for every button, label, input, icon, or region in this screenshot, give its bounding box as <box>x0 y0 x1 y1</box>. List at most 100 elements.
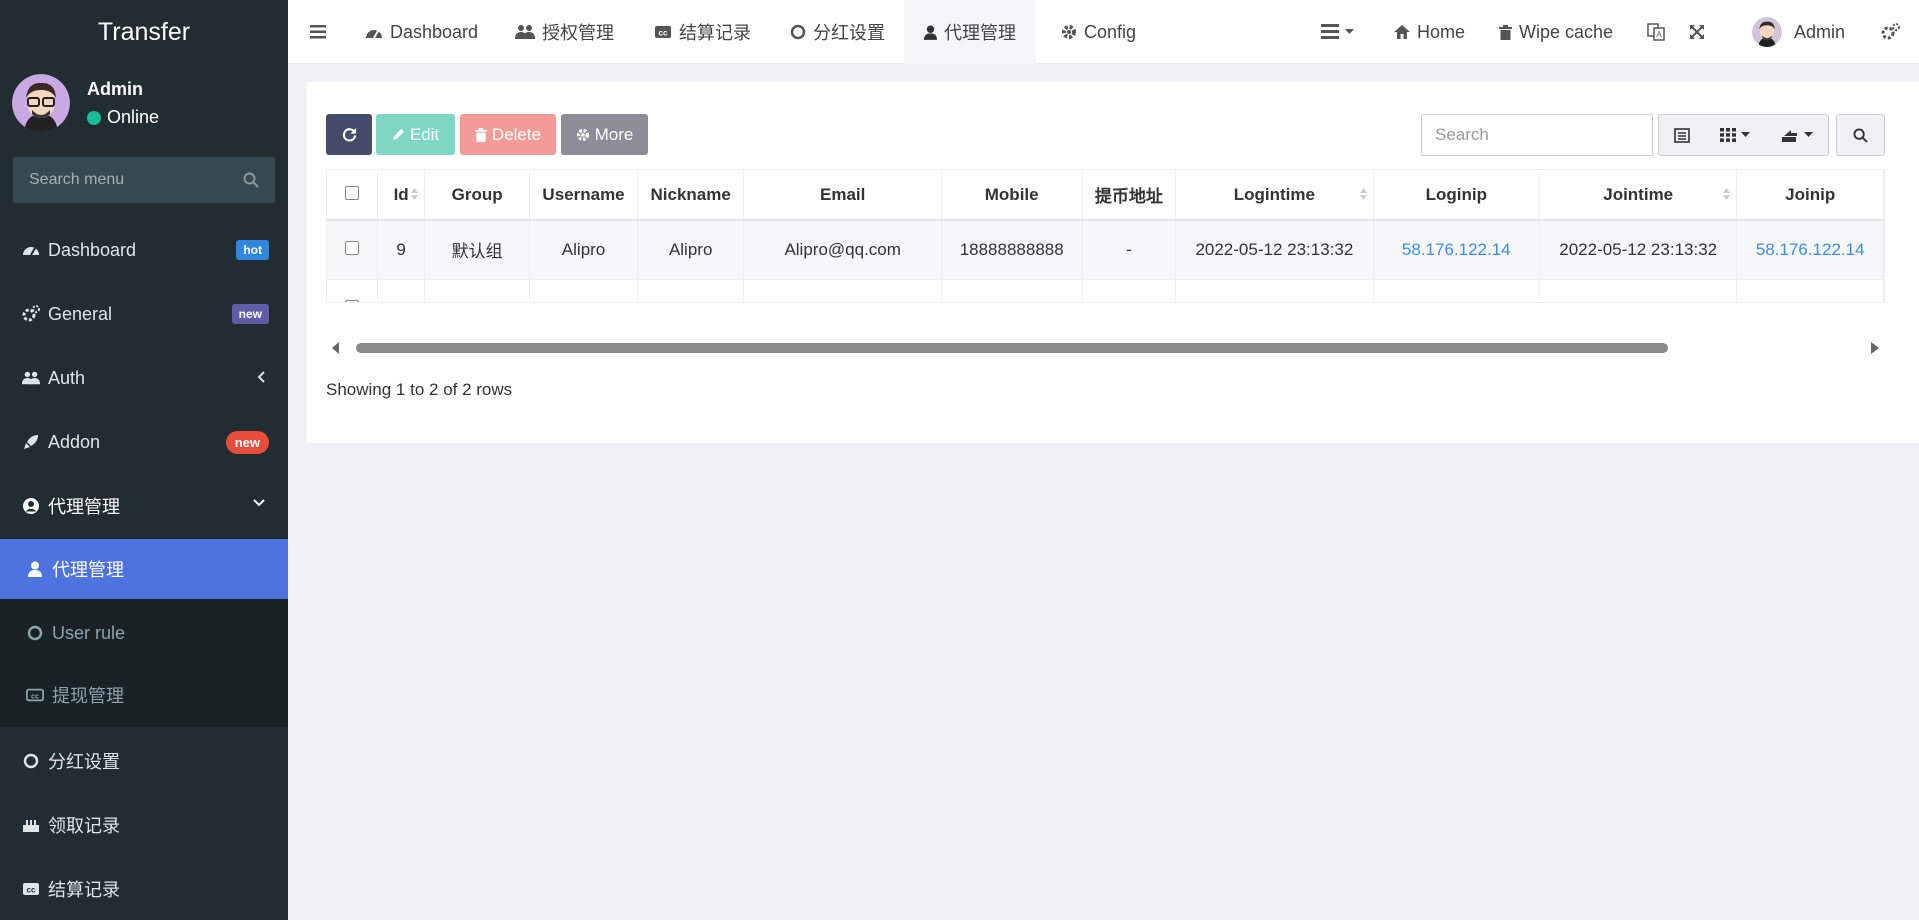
tab-authorization[interactable]: 授权管理 <box>515 0 614 64</box>
cell-email: 158655336@qq.com <box>743 279 942 302</box>
cell-loginip-link[interactable]: 124.217.189.102 <box>1373 279 1541 302</box>
row-checkbox[interactable] <box>345 240 360 255</box>
app-logo[interactable]: Transfer <box>0 0 288 64</box>
column-header-mobile: Mobile <box>941 170 1083 221</box>
fullscreen-button[interactable] <box>1689 0 1705 64</box>
data-table: Id Group Username Nickname Email Mobile … <box>327 170 1884 302</box>
cell-loginip-link[interactable]: 58.176.122.14 <box>1373 220 1541 280</box>
cell-id: 8 <box>377 279 426 302</box>
tab-proxy-management[interactable]: 代理管理 <box>904 0 1036 64</box>
edit-button[interactable]: Edit <box>376 114 455 155</box>
hot-badge: hot <box>236 240 269 260</box>
cell-username: fc1688 <box>529 279 638 302</box>
delete-button[interactable]: Delete <box>460 114 556 155</box>
sidebar-search <box>13 157 275 203</box>
sidebar-item-addon[interactable]: Addon new <box>0 410 288 474</box>
sidebar-item-settlement-records[interactable]: cc 结算记录 <box>0 857 288 920</box>
table-row[interactable]: 9 默认组 Alipro Alipro Alipro@qq.com 188888… <box>327 220 1884 280</box>
cell-joinip-link[interactable]: 58.176.122.14 <box>1736 220 1884 280</box>
sidebar-search-input[interactable] <box>13 157 233 203</box>
edit-label: Edit <box>409 124 440 144</box>
column-header-logintime[interactable]: Logintime <box>1175 170 1374 221</box>
caret-down-icon <box>1345 29 1354 35</box>
list-icon <box>1321 24 1339 40</box>
select-all-checkbox[interactable] <box>345 185 360 200</box>
delete-label: Delete <box>491 124 542 144</box>
tab-settlement[interactable]: cc 结算记录 <box>654 0 751 64</box>
scroll-left-arrow-icon[interactable] <box>332 342 340 354</box>
refresh-button[interactable] <box>326 114 372 155</box>
column-header-joinip: Joinip <box>1736 170 1884 221</box>
bars-icon <box>310 25 326 39</box>
export-icon <box>1781 128 1799 143</box>
settings-button[interactable] <box>1881 0 1901 64</box>
scrollbar-thumb[interactable] <box>356 343 1668 353</box>
column-header-email: Email <box>743 170 942 221</box>
sidebar-item-proxy-management[interactable]: 代理管理 <box>0 474 288 538</box>
tab-dashboard[interactable]: Dashboard <box>365 0 478 64</box>
sidebar-submenu: 代理管理 User rule cc 提现管理 <box>0 539 288 727</box>
sidebar-item-auth[interactable]: Auth <box>0 346 288 410</box>
search-icon[interactable] <box>243 172 259 188</box>
table-row[interactable]: 8 - fc1688 fc1688 158655336@qq.com 15888… <box>327 279 1884 302</box>
sidebar-item-claim-records[interactable]: 领取记录 <box>0 793 288 857</box>
search-button[interactable] <box>1836 114 1885 156</box>
cell-id: 9 <box>377 220 426 280</box>
admin-label: Admin <box>1794 21 1846 42</box>
toggle-view-button[interactable] <box>1658 114 1706 156</box>
cell-jointime: 2022-05-12 23:13:32 <box>1539 220 1738 280</box>
users-icon <box>515 24 535 40</box>
cell-username: Alipro <box>529 220 638 280</box>
cell-logintime: 2022-05-12 23:40:20 <box>1175 279 1374 302</box>
cell-joinip-link[interactable]: 103.77.192.10 <box>1736 279 1884 302</box>
sidebar-subitem-withdraw[interactable]: cc 提现管理 <box>0 665 288 725</box>
sidebar-item-dividend-settings[interactable]: 分红设置 <box>0 729 288 793</box>
pencil-icon <box>392 128 405 141</box>
admin-user-menu[interactable]: Admin <box>1752 0 1845 64</box>
horizontal-scrollbar[interactable] <box>326 339 1885 355</box>
rocket-icon <box>22 433 40 451</box>
online-status-icon <box>87 110 101 125</box>
sidebar-item-label: Addon <box>48 431 101 452</box>
content-panel: Edit Delete More Id Group Username <box>307 82 1919 443</box>
tab-dividend[interactable]: 分红设置 <box>790 0 885 64</box>
home-link[interactable]: Home <box>1394 0 1465 64</box>
sort-icon <box>411 187 419 201</box>
gear-icon <box>576 128 590 142</box>
column-header-group: Group <box>424 170 531 221</box>
circle-icon <box>22 752 40 770</box>
columns-dropdown-button[interactable] <box>1705 114 1766 156</box>
menu-toggle-button[interactable] <box>1321 0 1354 64</box>
sidebar-item-label: 分红设置 <box>48 752 120 772</box>
language-button[interactable]: A <box>1647 0 1665 64</box>
column-header-jointime[interactable]: Jointime <box>1539 170 1738 221</box>
sidebar-item-general[interactable]: General new <box>0 282 288 346</box>
sidebar-item-dashboard[interactable]: Dashboard hot <box>0 218 288 282</box>
sidebar-toggle-button[interactable] <box>310 0 326 64</box>
cell-mobile: 18888888888 <box>941 220 1083 280</box>
sidebar: Transfer Admin Online Dashboard <box>0 0 288 920</box>
birthday-cake-icon <box>22 816 40 834</box>
user-status: Online <box>87 107 159 128</box>
expand-icon <box>1689 24 1705 40</box>
row-checkbox-cell <box>327 220 379 280</box>
row-checkbox-cell <box>327 279 379 302</box>
row-checkbox[interactable] <box>345 299 360 302</box>
chevron-left-icon <box>256 370 266 384</box>
sidebar-subitem-user-rule[interactable]: User rule <box>0 603 288 663</box>
data-table-container: Id Group Username Nickname Email Mobile … <box>326 169 1885 303</box>
tab-config[interactable]: Config <box>1061 0 1136 64</box>
tab-label: 结算记录 <box>679 23 751 43</box>
user-status-label: Online <box>107 107 160 127</box>
wipe-cache-button[interactable]: Wipe cache <box>1499 0 1613 64</box>
table-search-input[interactable] <box>1421 114 1653 156</box>
sort-icon <box>1359 187 1367 201</box>
column-header-id[interactable]: Id <box>377 170 426 221</box>
tab-label: 代理管理 <box>944 23 1016 43</box>
user-name: Admin <box>87 79 143 99</box>
sort-icon <box>1723 187 1731 201</box>
sidebar-subitem-proxy-management[interactable]: 代理管理 <box>0 539 288 599</box>
export-dropdown-button[interactable] <box>1765 114 1829 156</box>
scroll-right-arrow-icon[interactable] <box>1871 342 1879 354</box>
more-button[interactable]: More <box>561 114 648 155</box>
